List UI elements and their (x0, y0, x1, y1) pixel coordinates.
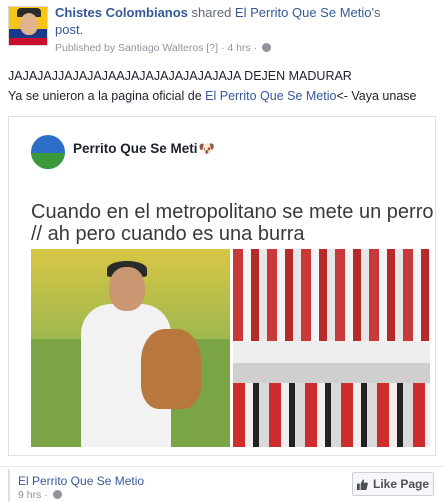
footer-globe-icon[interactable] (52, 490, 62, 499)
shared-post: Chistes Colombianos shared El Perrito Qu… (0, 0, 444, 502)
footer-quote-bar (8, 469, 10, 502)
footer-separator: · (44, 489, 48, 501)
meta-separator: · (220, 42, 225, 54)
footer-divider (0, 466, 444, 467)
footer-meta: 9 hrs · (18, 489, 62, 501)
post-header-line: Chistes Colombianos shared El Perrito Qu… (55, 4, 435, 21)
meme-photo-left[interactable] (31, 249, 230, 447)
post-meta: Published by Santiago Walteros [?] · 4 h… (55, 41, 272, 55)
page-name-link[interactable]: Chistes Colombianos (55, 5, 188, 20)
meme-text-line-1: Cuando en el metropolitano se mete un pe… (31, 201, 434, 223)
meme-text-line-2: // ah pero cuando es una burra (31, 223, 305, 245)
inline-page-link[interactable]: El Perrito Que Se Metio (205, 89, 336, 103)
like-page-label: Like Page (372, 477, 430, 491)
source-suffix: 's (371, 5, 381, 20)
published-by[interactable]: Published by Santiago Walteros (55, 42, 203, 54)
source-page-link[interactable]: El Perrito Que Se Metio (235, 5, 372, 20)
footer-timestamp[interactable]: 9 hrs (18, 489, 41, 501)
like-page-button[interactable]: Like Page (352, 472, 434, 496)
meta-separator-2: · (253, 42, 258, 54)
meme-photo-right[interactable] (233, 249, 430, 447)
card-page-avatar[interactable] (31, 135, 65, 169)
post-text-line-2: Ya se unieron a la pagina oficial de El … (8, 88, 416, 104)
post-text-prefix: Ya se unieron a la pagina oficial de (8, 89, 206, 103)
page-avatar[interactable] (8, 6, 48, 46)
published-by-marker: [?] (206, 42, 219, 54)
post-timestamp[interactable]: 4 hrs (227, 42, 250, 54)
card-page-name-text: Perrito Que Se Meti (73, 141, 198, 156)
post-link[interactable]: post. (55, 21, 83, 38)
thumbs-up-icon (356, 478, 368, 490)
dog-face-icon: 🐶 (198, 141, 215, 156)
shared-word: shared (191, 5, 232, 20)
card-page-name[interactable]: Perrito Que Se Meti🐶 (73, 141, 215, 157)
footer-page-link[interactable]: El Perrito Que Se Metio (18, 474, 144, 488)
shared-content-card[interactable]: Perrito Que Se Meti🐶 Cuando en el metrop… (8, 116, 436, 456)
globe-icon[interactable] (262, 43, 272, 52)
post-text-line-1: JAJAJAJJAJAJAJAAJAJAJAJAJAJAJAJA DEJEN M… (8, 69, 352, 83)
post-text-suffix: <- Vaya unase (336, 89, 417, 103)
